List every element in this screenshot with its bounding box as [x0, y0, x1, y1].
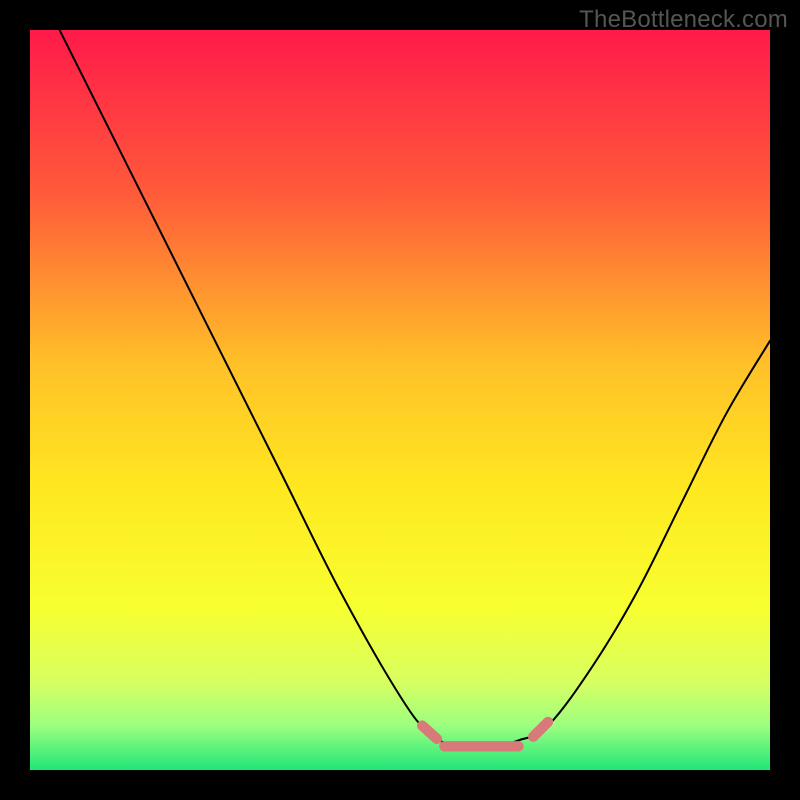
plot-area: [30, 30, 770, 770]
chart-frame: TheBottleneck.com: [0, 0, 800, 800]
gradient-background: [30, 30, 770, 770]
bottleneck-chart: [30, 30, 770, 770]
